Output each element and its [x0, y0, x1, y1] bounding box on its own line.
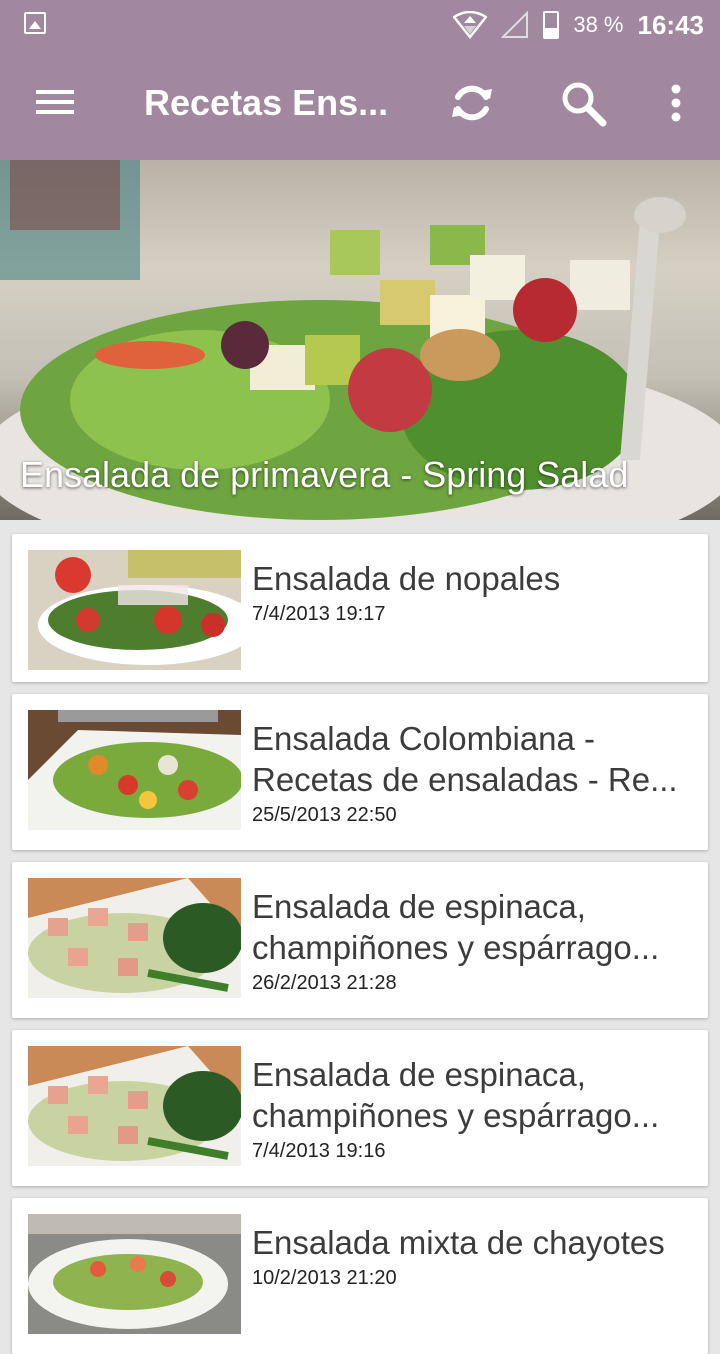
recipe-thumbnail [28, 878, 241, 998]
clock: 16:43 [637, 9, 705, 40]
refresh-icon[interactable] [447, 78, 497, 128]
recipe-title: Ensalada de espinaca, champiñones y espá… [252, 888, 660, 966]
recipe-title: Ensalada Colombiana - Recetas de ensalad… [252, 720, 678, 798]
featured-recipe[interactable]: Ensalada de primavera - Spring Salad [0, 160, 720, 520]
wifi-icon [453, 11, 488, 39]
recipe-card[interactable]: Ensalada Colombiana - Recetas de ensalad… [12, 694, 708, 850]
search-icon[interactable] [558, 78, 608, 128]
recipe-thumbnail [28, 710, 241, 830]
battery-icon [543, 11, 560, 39]
battery-fill [545, 27, 558, 37]
app-title: Recetas Ens... [144, 82, 389, 123]
recipe-thumbnail [28, 550, 241, 670]
recipe-date: 7/4/2013 19:17 [252, 603, 386, 625]
recipe-date: 25/5/2013 22:50 [252, 804, 397, 826]
recipe-title: Ensalada de nopales [252, 560, 561, 597]
status-bar: 38 % 16:43 [0, 0, 720, 50]
recipe-thumbnail [28, 1046, 241, 1166]
image-notification-icon [24, 12, 46, 34]
recipe-title: Ensalada de espinaca, champiñones y espá… [252, 1056, 660, 1134]
recipe-date: 10/2/2013 21:20 [252, 1267, 397, 1289]
recipe-card[interactable]: Ensalada mixta de chayotes 10/2/2013 21:… [12, 1198, 708, 1354]
more-vert-icon[interactable] [651, 78, 701, 128]
recipe-card[interactable]: Ensalada de espinaca, champiñones y espá… [12, 1030, 708, 1186]
signal-icon [501, 11, 529, 38]
recipe-card[interactable]: Ensalada de nopales 7/4/2013 19:17 [12, 534, 708, 682]
featured-recipe-title: Ensalada de primavera - Spring Salad [20, 454, 629, 495]
recipe-thumbnail [28, 1214, 241, 1334]
status-right: 38 % 16:43 [453, 8, 704, 42]
menu-icon[interactable] [36, 88, 76, 120]
recipe-card[interactable]: Ensalada de espinaca, champiñones y espá… [12, 862, 708, 1018]
battery-percent: 38 % [573, 12, 624, 37]
recipe-date: 26/2/2013 21:28 [252, 972, 397, 994]
recipe-date: 7/4/2013 19:16 [252, 1140, 386, 1162]
app-bar: Recetas Ens... [0, 50, 720, 160]
recipe-title: Ensalada mixta de chayotes [252, 1224, 665, 1261]
